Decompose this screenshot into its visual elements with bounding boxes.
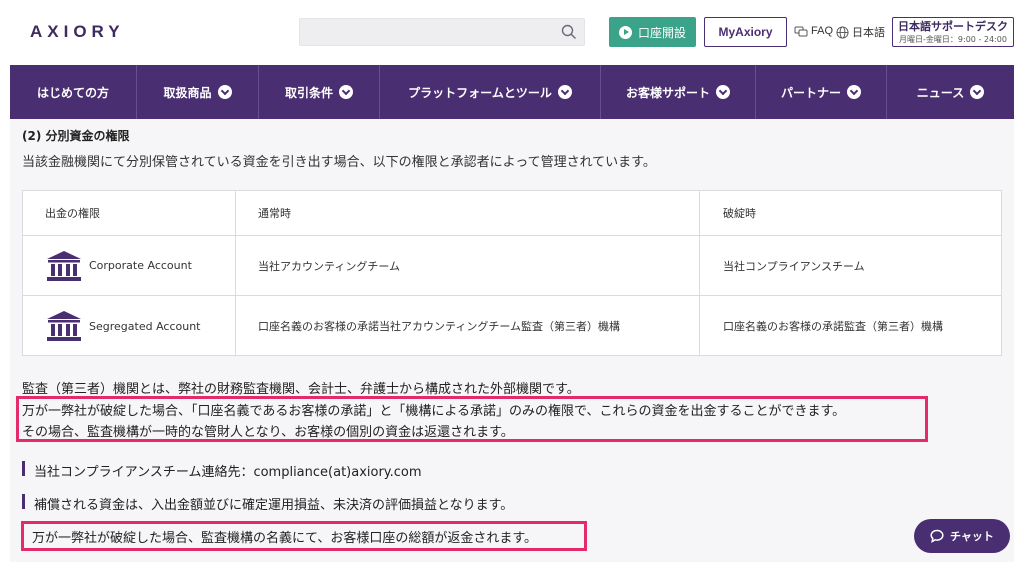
compensation-note: 補償される資金は、入出金額並びに確定運用損益、未決済の評価損益となります。 [34, 498, 514, 513]
support-title: 日本語サポートデスク [898, 20, 1008, 33]
axiory-logo[interactable]: AXIORY [30, 22, 125, 42]
nav-item-label: はじめての方 [36, 85, 109, 100]
faq-link[interactable]: FAQ [794, 24, 833, 38]
account-name: Corporate Account [89, 259, 192, 272]
play-icon [618, 25, 632, 39]
chat-button[interactable]: チャット [914, 519, 1010, 553]
bullet-bar [22, 461, 25, 476]
table-header-authority: 出金の権限 [23, 191, 236, 235]
bank-icon [47, 311, 81, 341]
globe-icon [836, 25, 849, 39]
nav-item-products[interactable]: 取扱商品 [137, 65, 259, 119]
open-account-label: 口座開設 [637, 25, 686, 40]
compliance-contact: 当社コンプライアンスチーム連絡先：compliance(at)axiory.co… [34, 465, 422, 480]
nav-item-platforms[interactable]: プラットフォームとツール [380, 65, 601, 119]
highlight-line-1: 万が一弊社が破綻した場合、「口座名義であるお客様の承諾」と「機構による承諾」のみ… [22, 404, 846, 419]
bullet-bar [22, 494, 25, 509]
authority-table: 出金の権限 通常時 破綻時 Corporate Account 当社アカウンティ… [22, 190, 1002, 356]
nav-item-beginners[interactable]: はじめての方 [10, 65, 137, 119]
account-name: Segregated Account [89, 319, 201, 333]
faq-label: FAQ [811, 25, 834, 37]
chevron-down-icon [970, 85, 985, 99]
nav-item-label: 取扱商品 [163, 85, 212, 100]
open-account-button[interactable]: 口座開設 [609, 17, 696, 47]
account-cell: Corporate Account [23, 236, 236, 295]
nav-item-conditions[interactable]: 取引条件 [259, 65, 380, 119]
audit-note: 監査（第三者）機関とは、弊社の財務監査機関、会計士、弁護士から構成された外部機関… [22, 382, 580, 397]
final-note: 万が一弊社が破綻した場合、監査機構の名義にて、お客様口座の総額が返金されます。 [32, 531, 538, 546]
table-row: Segregated Account 口座名義のお客様の承諾当社アカウンティング… [23, 296, 1001, 356]
nav-item-label: パートナー [780, 85, 841, 100]
chat-label: チャット [950, 530, 994, 543]
main-content: (2) 分別資金の権限 当該金融機関にて分別保管されている資金を引き出す場合、以… [10, 119, 1014, 562]
account-cell: Segregated Account [23, 296, 236, 356]
bank-icon [47, 250, 81, 281]
nav-item-label: ニュース [916, 85, 965, 100]
chevron-down-icon [847, 85, 861, 99]
nav-item-label: お客様サポート [625, 85, 710, 100]
search-icon[interactable] [561, 24, 577, 40]
chevron-down-icon [557, 85, 572, 99]
chevron-down-icon [339, 85, 353, 99]
nav-item-support[interactable]: お客様サポート [601, 65, 756, 119]
faq-icon [794, 26, 808, 37]
main-nav: はじめての方 取扱商品 取引条件 プラットフォームとツール お客様サポート パー… [10, 65, 1014, 119]
chevron-down-icon [217, 85, 232, 99]
search-input[interactable] [300, 19, 550, 45]
language-selector[interactable]: 日本語 [836, 24, 885, 40]
nav-item-label: プラットフォームとツール [408, 85, 552, 100]
table-header-bankruptcy: 破綻時 [723, 207, 756, 220]
chat-bubble-icon [930, 529, 944, 543]
table-row: Corporate Account 当社アカウンティングチーム 当社コンプライア… [23, 236, 1001, 296]
section-heading: (2) 分別資金の権限 [22, 129, 130, 143]
intro-text: 当該金融機関にて分別保管されている資金を引き出す場合、以下の権限と承認者によって… [22, 155, 656, 170]
nav-item-label: 取引条件 [284, 85, 333, 100]
support-desk-button[interactable]: 日本語サポートデスク 月曜日-金曜日：9:00 - 24:00 [892, 17, 1014, 47]
chevron-down-icon [716, 85, 730, 99]
search-box[interactable] [299, 18, 585, 46]
bankruptcy-cell: 口座名義のお客様の承諾監査（第三者）機構 [723, 320, 943, 333]
table-header-normal: 通常時 [236, 191, 700, 235]
normal-cell: 口座名義のお客様の承諾当社アカウンティングチーム監査（第三者）機構 [236, 296, 700, 356]
nav-item-partners[interactable]: パートナー [756, 65, 887, 119]
nav-item-news[interactable]: ニュース [887, 65, 1014, 119]
myaxiory-button[interactable]: MyAxiory [704, 17, 787, 47]
support-hours: 月曜日-金曜日：9:00 - 24:00 [899, 35, 1007, 44]
site-header: AXIORY 口座開設 MyAxiory FAQ 日本語 日本語サポートデスク … [0, 0, 1024, 64]
bankruptcy-cell: 当社コンプライアンスチーム [723, 259, 865, 273]
table-header-row: 出金の権限 通常時 破綻時 [23, 191, 1001, 236]
language-label: 日本語 [852, 26, 885, 39]
highlight-line-2: その場合、監査機構が一時的な管財人となり、お客様の個別の資金は返還されます。 [22, 425, 514, 440]
normal-cell: 当社アカウンティングチーム [236, 236, 700, 295]
